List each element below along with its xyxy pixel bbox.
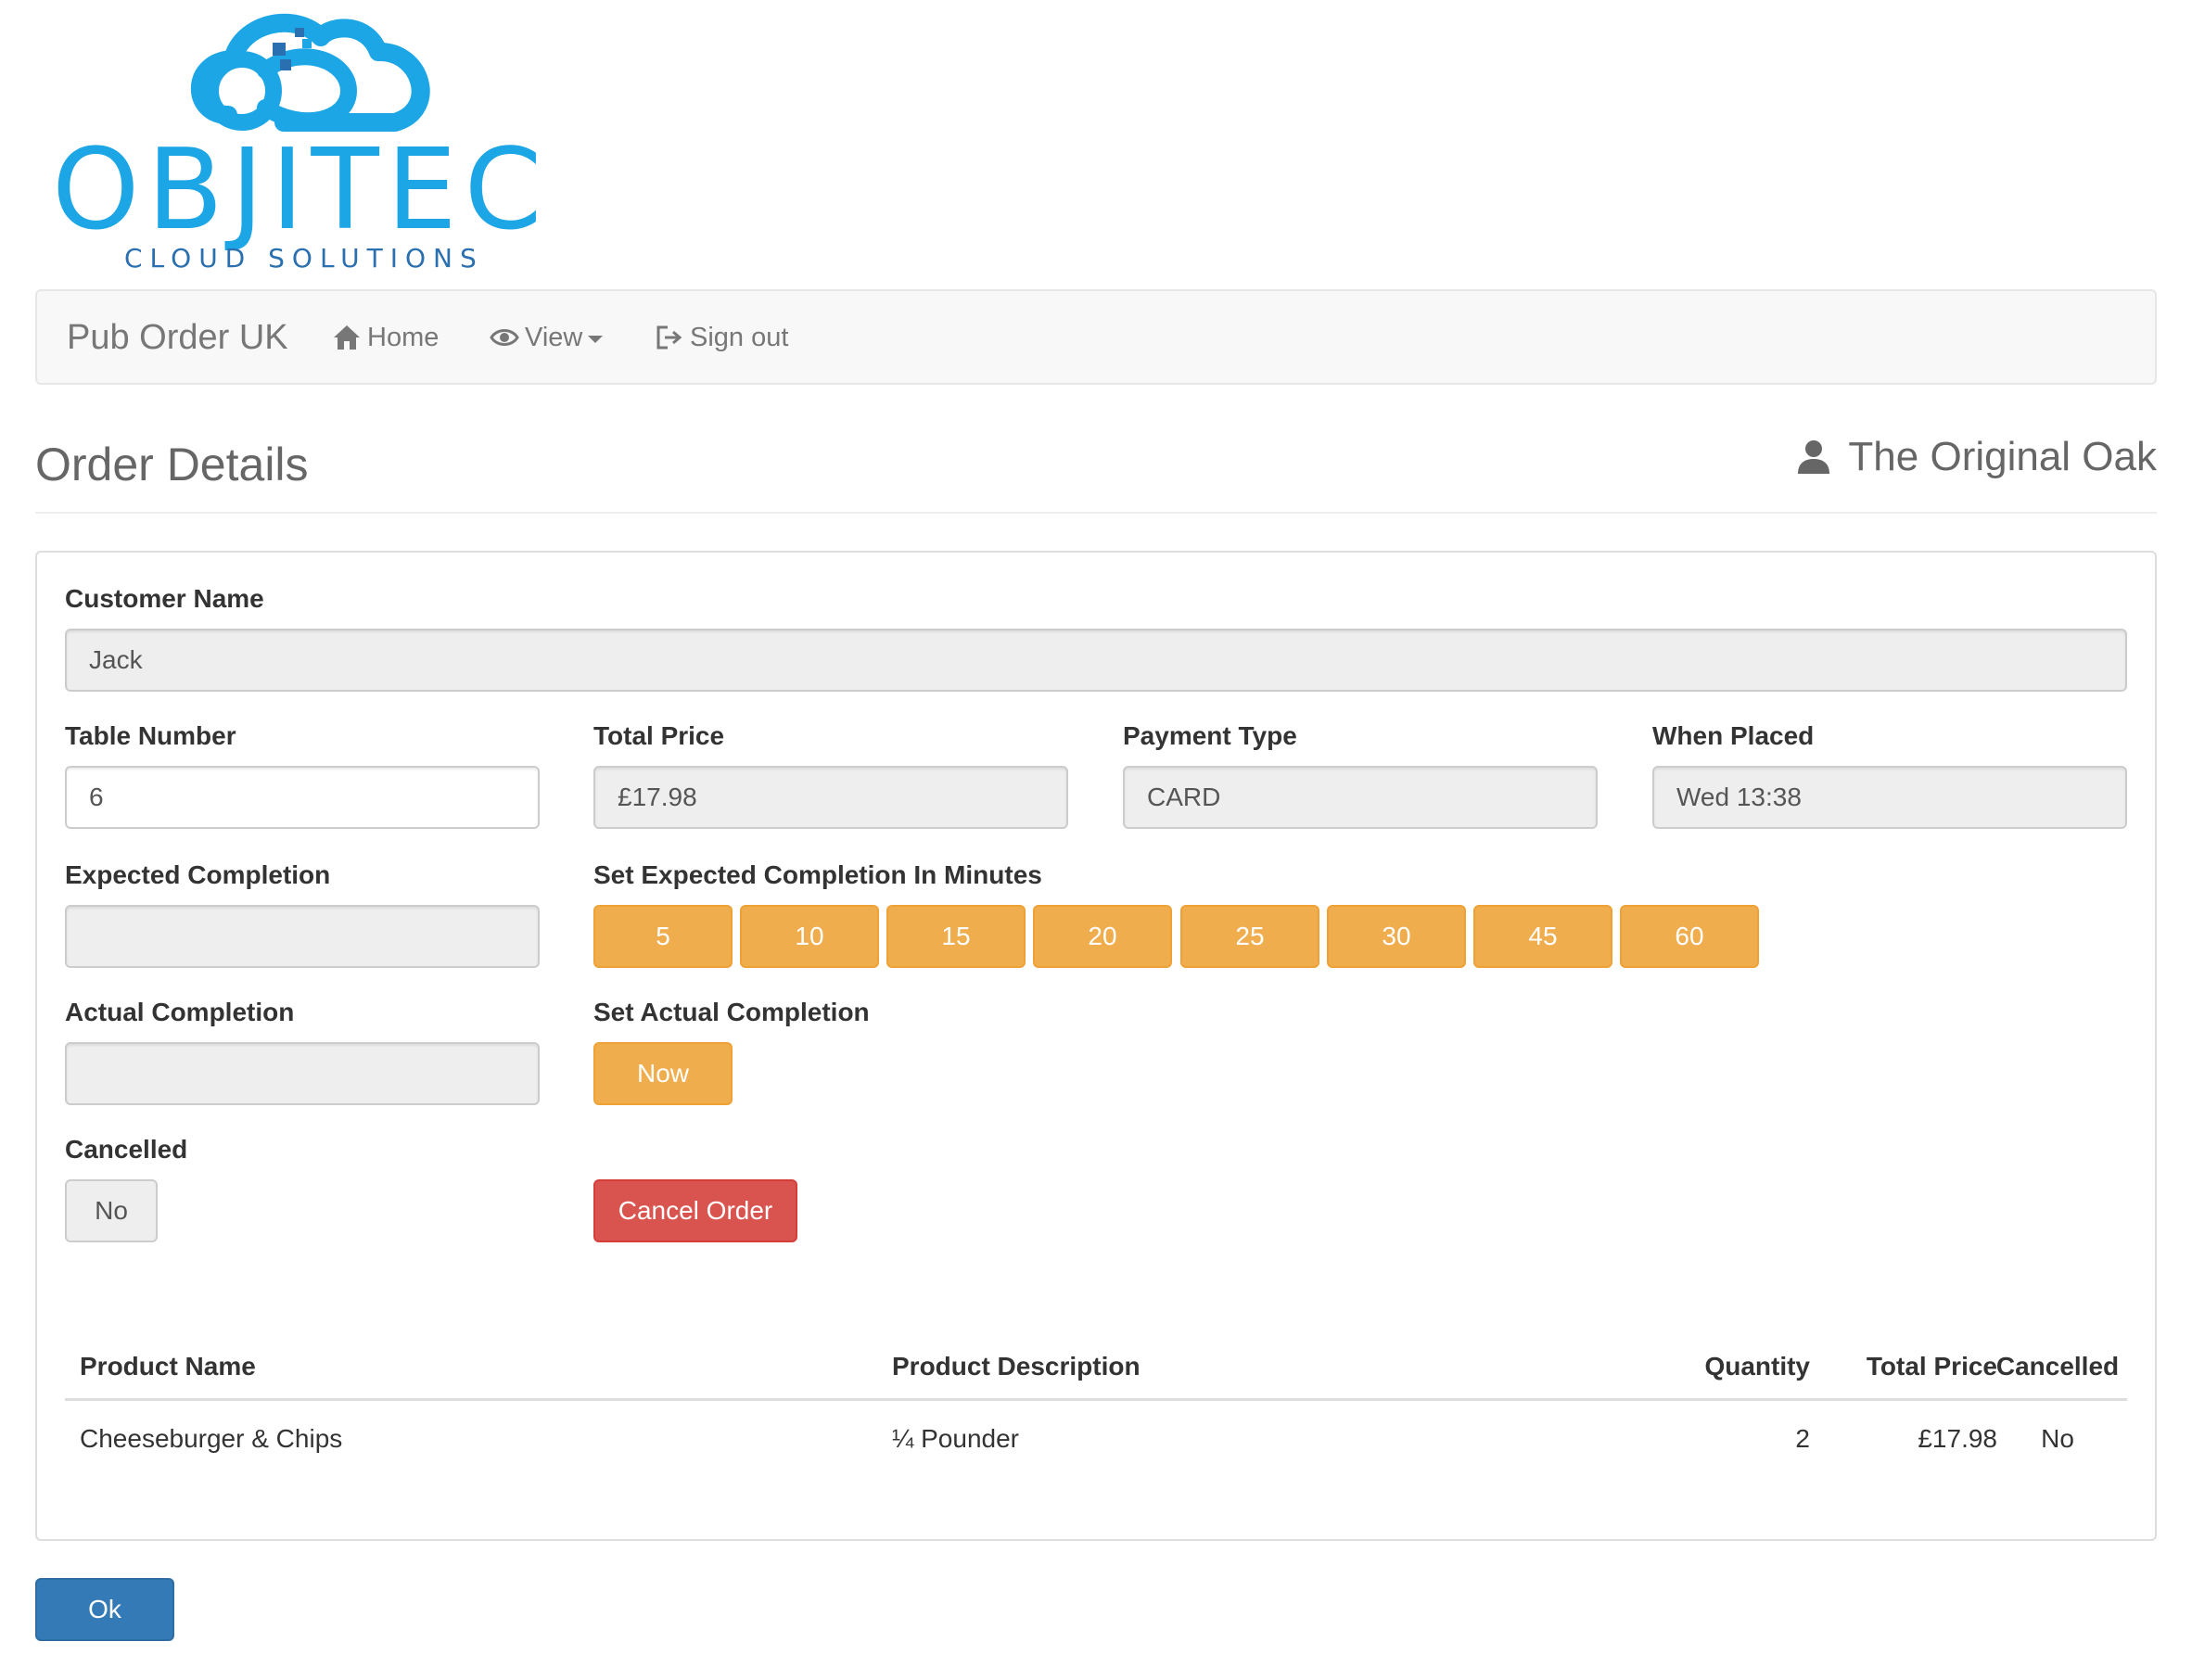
when-placed-field: Wed 13:38 [1652,766,2127,829]
ok-button[interactable]: Ok [35,1578,174,1641]
table-header-divider [65,1398,2127,1401]
table-number-label: Table Number [65,721,236,750]
column-header-quantity: Quantity [1704,1352,1810,1381]
logo-wordmark: OBJITEC [52,126,550,255]
expected-completion-field [65,905,540,968]
nav-home[interactable]: Home [332,291,439,384]
payment-type-label: Payment Type [1123,721,1297,750]
customer-name-label: Customer Name [65,584,264,613]
sign-out-icon [656,325,682,350]
column-header-total-price: Total Price [1866,1352,1997,1381]
company-logo: OBJITEC CLOUD SOLUTIONS [52,6,571,274]
cell-total-price: £17.98 [1918,1424,1997,1453]
home-icon [334,325,360,350]
chevron-down-icon [588,336,604,343]
nav-home-label: Home [367,322,440,352]
set-actual-now-button[interactable]: Now [593,1042,733,1105]
when-placed-label: When Placed [1652,721,1815,750]
expected-60-min-button[interactable]: 60 [1620,905,1759,968]
set-expected-completion-label: Set Expected Completion In Minutes [593,860,1042,889]
expected-completion-label: Expected Completion [65,860,331,889]
table-number-input[interactable]: 6 [65,766,540,829]
nav-sign-out[interactable]: Sign out [655,291,788,384]
navbar: Pub Order UK Home View Sign out [35,289,2157,385]
column-header-product-name: Product Name [80,1352,256,1381]
cancelled-status: No [65,1179,158,1242]
customer-name-field: Jack [65,629,2127,692]
expected-45-min-button[interactable]: 45 [1473,905,1612,968]
expected-20-min-button[interactable]: 20 [1033,905,1172,968]
actual-completion-field [65,1042,540,1105]
expected-30-min-button[interactable]: 30 [1327,905,1466,968]
venue-label: The Original Oak [1848,434,2157,479]
user-icon [1798,440,1830,474]
expected-15-min-button[interactable]: 15 [886,905,1026,968]
actual-completion-label: Actual Completion [65,998,295,1026]
eye-icon [490,329,519,346]
logo-tagline: CLOUD SOLUTIONS [124,243,484,274]
cell-cancelled: No [2041,1424,2074,1453]
payment-type-field: CARD [1123,766,1598,829]
total-price-label: Total Price [593,721,725,750]
expected-5-min-button[interactable]: 5 [593,905,733,968]
column-header-product-description: Product Description [892,1352,1141,1381]
cancelled-label: Cancelled [65,1135,188,1164]
venue-name: The Original Oak [1796,434,2157,480]
page-title: Order Details [35,439,309,490]
total-price-field: £17.98 [593,766,1068,829]
nav-view-label: View [525,322,583,352]
expected-25-min-button[interactable]: 25 [1180,905,1319,968]
header-divider [35,512,2157,514]
expected-10-min-button[interactable]: 10 [740,905,879,968]
nav-view-dropdown[interactable]: View [490,291,604,384]
nav-sign-out-label: Sign out [690,322,789,352]
column-header-cancelled: Cancelled [1995,1352,2120,1381]
cell-quantity: 2 [1795,1424,1810,1453]
cell-product-description: ¼ Pounder [892,1424,1019,1453]
cancel-order-button[interactable]: Cancel Order [593,1179,797,1242]
cell-product-name: Cheeseburger & Chips [80,1424,343,1453]
set-actual-completion-label: Set Actual Completion [593,998,870,1026]
navbar-brand[interactable]: Pub Order UK [67,291,288,384]
order-details-panel: Customer Name Jack Table Number 6 Total … [35,551,2157,1541]
